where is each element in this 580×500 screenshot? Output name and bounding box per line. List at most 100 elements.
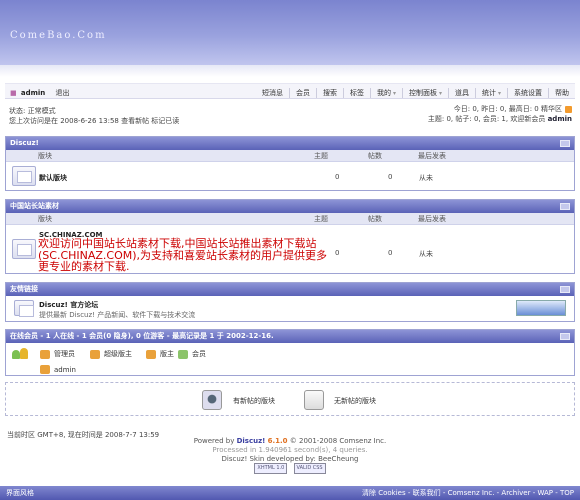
copyright-link[interactable]: © 2001-2008 Comsenz Inc. <box>290 437 386 445</box>
nav-stats[interactable]: 统计 ▾ <box>474 88 501 98</box>
legend-label: 会员 <box>192 350 206 358</box>
forum-description: 欢迎访问中国站长站素材下载,中国站长站推出素材下载站(SC.CHINAZ.COM… <box>38 237 328 273</box>
banner-stripe <box>0 65 580 77</box>
forum-threads: 0 <box>335 249 340 257</box>
chevron-down-icon: ▾ <box>438 90 442 97</box>
validation-badges: XHTML 1.0 VALID CSS <box>0 463 580 474</box>
new-member-link[interactable]: admin <box>548 115 572 123</box>
collapse-icon[interactable] <box>560 286 570 293</box>
site-banner: ComeBao.Com <box>0 0 580 65</box>
nav-mine-label: 我的 <box>376 89 391 97</box>
style-switcher[interactable]: 界面风格 <box>6 486 34 500</box>
nav-search[interactable]: 搜索 <box>315 88 337 98</box>
member-icon <box>178 349 188 359</box>
site-logo[interactable]: ComeBao.Com <box>10 30 107 41</box>
nav-tags[interactable]: 标签 <box>342 88 364 98</box>
powered-prefix: Powered by <box>193 437 235 445</box>
link-site-icon <box>14 300 34 317</box>
members-group-icon <box>12 348 30 360</box>
top-nav: 短消息 会员 搜索 标签 我的 ▾ 控制面板 ▾ 道具 统计 ▾ 系统设置 帮助 <box>250 88 569 98</box>
category-discuz: Discuz! 版块 主题 帖数 最后发表 默认版块 0 0 从未 <box>5 136 575 191</box>
stats-totals: 主题: 0, 帖子: 0, 会员: 1, 欢迎新会员 <box>427 115 546 123</box>
legend-label: 管理员 <box>54 350 75 358</box>
online-user-name[interactable]: admin <box>54 366 76 374</box>
nav-help[interactable]: 帮助 <box>548 88 569 98</box>
category-chinaz: 中国站长站素材 版块 主题 帖数 最后发表 SC.CHINAZ.COM 欢迎访问… <box>5 199 575 274</box>
forum-stats: 今日: 0, 昨日: 0, 最高日: 0 精华区 主题: 0, 帖子: 0, 会… <box>428 104 572 124</box>
last-visit: 您上次访问是在 2008-6-26 13:58 查看新帖 标记已读 <box>9 117 180 125</box>
legend-mod: 版主 <box>146 349 174 359</box>
css-badge[interactable]: VALID CSS <box>293 463 326 474</box>
user-info: ■ admin 退出 <box>10 88 70 98</box>
new-posts-label: 有新帖的版块 <box>233 397 275 405</box>
online-header: 在线会员 - 1 人在线 - 1 会员(0 隐身), 0 位游客 - 最高记录是… <box>6 330 574 343</box>
product-link[interactable]: Discuz! <box>237 437 266 445</box>
column-headers: 版块 主题 帖数 最后发表 <box>6 150 574 162</box>
legend-label: 超级版主 <box>104 350 132 358</box>
no-new-posts-icon <box>304 390 324 410</box>
collapse-icon[interactable] <box>560 140 570 147</box>
forum-name-link[interactable]: 默认版块 <box>39 173 67 183</box>
col-posts: 帖数 <box>368 215 382 223</box>
col-forum: 版块 <box>38 152 52 160</box>
category-title[interactable]: 中国站长站素材 <box>10 202 59 210</box>
bottom-bar: 界面风格 清除 Cookies - 联系我们 - Comsenz Inc. - … <box>0 486 580 500</box>
category-title[interactable]: Discuz! <box>10 139 39 147</box>
processed-info: Processed in 1.940961 second(s), 4 queri… <box>212 446 368 454</box>
stats-today: 今日: 0, 昨日: 0, 最高日: 0 <box>453 105 539 113</box>
admin-icon <box>40 365 50 374</box>
discuz-logo-button[interactable] <box>516 300 566 316</box>
nav-control-panel-label: 控制面板 <box>408 89 437 97</box>
col-threads: 主题 <box>314 152 328 160</box>
category-header: 中国站长站素材 <box>6 200 574 213</box>
user-icon: ■ <box>10 89 17 97</box>
col-forum: 版块 <box>38 215 52 223</box>
legend-member: 会员 <box>178 349 206 359</box>
forum-last-post: 从未 <box>419 174 433 182</box>
collapse-icon[interactable] <box>560 333 570 340</box>
powered-by: Powered by Discuz! 6.1.0 © 2001-2008 Com… <box>0 437 580 446</box>
col-last: 最后发表 <box>418 152 446 160</box>
online-user[interactable]: admin <box>40 365 76 374</box>
footer-links[interactable]: 清除 Cookies - 联系我们 - Comsenz Inc. - Archi… <box>362 486 574 500</box>
nav-members[interactable]: 会员 <box>288 88 310 98</box>
no-new-posts-label: 无新帖的版块 <box>334 397 376 405</box>
legend-super-mod: 超级版主 <box>90 349 132 359</box>
nav-messages[interactable]: 短消息 <box>256 88 283 98</box>
username-link[interactable]: admin <box>21 89 45 97</box>
forum-last-post: 从未 <box>419 250 433 258</box>
moderator-icon <box>146 349 156 359</box>
archive-link[interactable]: 精华区 <box>541 105 562 113</box>
col-threads: 主题 <box>314 215 328 223</box>
link-site-name[interactable]: Discuz! 官方论坛 <box>39 300 98 310</box>
forum-threads: 0 <box>335 173 340 181</box>
nav-mine[interactable]: 我的 ▾ <box>369 88 396 98</box>
online-members: 在线会员 - 1 人在线 - 1 会员(0 隐身), 0 位游客 - 最高记录是… <box>5 329 575 376</box>
forum-status-icon <box>12 239 36 259</box>
chevron-down-icon: ▾ <box>497 90 501 97</box>
nav-settings[interactable]: 系统设置 <box>507 88 542 98</box>
category-header: Discuz! <box>6 137 574 150</box>
col-last: 最后发表 <box>418 215 446 223</box>
post-legend: 有新帖的版块 无新帖的版块 <box>5 382 575 416</box>
legend-admin: 管理员 <box>40 349 75 359</box>
col-posts: 帖数 <box>368 152 382 160</box>
status-mode: 状态: 正常模式 <box>9 107 56 115</box>
collapse-icon[interactable] <box>560 203 570 210</box>
nav-control-panel[interactable]: 控制面板 ▾ <box>401 88 442 98</box>
links-header: 友情链接 <box>6 283 574 296</box>
version-label: 6.1.0 <box>267 437 288 445</box>
friend-links: 友情链接 Discuz! 官方论坛 提供最新 Discuz! 产品新闻、软件下载… <box>5 282 575 322</box>
super-moderator-icon <box>90 349 100 359</box>
forum-posts: 0 <box>388 249 393 257</box>
legend-label: 版主 <box>160 350 174 358</box>
logout-link[interactable]: 退出 <box>56 89 70 97</box>
user-bar: ■ admin 退出 短消息 会员 搜索 标签 我的 ▾ 控制面板 ▾ 道具 统计 ▾… <box>5 83 575 99</box>
rss-icon[interactable] <box>565 105 572 113</box>
status-info: 状态: 正常模式 您上次访问是在 2008-6-26 13:58 查看新帖 标记… <box>9 106 179 126</box>
nav-items[interactable]: 道具 <box>447 88 469 98</box>
forum-status-icon <box>12 166 36 186</box>
link-site-desc: 提供最新 Discuz! 产品新闻、软件下载与技术交流 <box>39 311 196 319</box>
xhtml-badge[interactable]: XHTML 1.0 <box>254 463 288 474</box>
column-headers: 版块 主题 帖数 最后发表 <box>6 213 574 225</box>
